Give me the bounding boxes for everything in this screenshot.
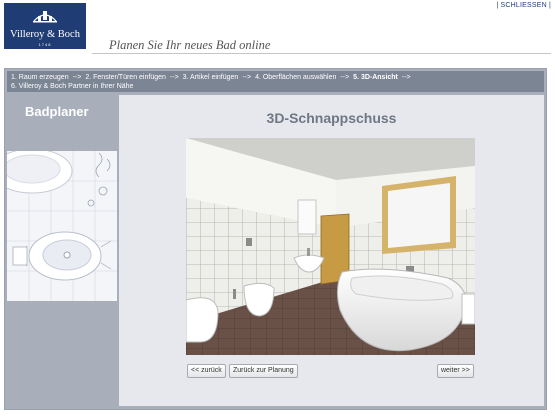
bathroom-3d-scene-icon bbox=[186, 138, 475, 355]
back-to-planning-button[interactable]: Zurück zur Planung bbox=[229, 364, 298, 378]
page: Villeroy & Boch 1748 | SCHLIESSEN | Plan… bbox=[0, 0, 555, 416]
logo-emblem-icon bbox=[33, 11, 57, 23]
next-button[interactable]: weiter >> bbox=[437, 364, 474, 378]
step-raum-erzeugen[interactable]: 1. Raum erzeugen bbox=[11, 74, 69, 81]
step-fenster-tueren[interactable]: 2. Fenster/Türen einfügen bbox=[85, 74, 166, 81]
bathroom-sketch-icon bbox=[7, 151, 117, 301]
step-artikel-einfuegen[interactable]: 3. Artikel einfügen bbox=[183, 74, 239, 81]
step-separator: --> bbox=[340, 74, 350, 81]
sidebar-title: Badplaner bbox=[25, 104, 89, 119]
bathroom-3d-render bbox=[186, 138, 475, 355]
content-title: 3D-Schnappschuss bbox=[266, 110, 397, 126]
back-button[interactable]: << zurück bbox=[187, 364, 226, 378]
steps-line-1: 1. Raum erzeugen --> 2. Fenster/Türen einf… bbox=[11, 73, 540, 82]
steps-breadcrumb: 1. Raum erzeugen --> 2. Fenster/Türen einf… bbox=[7, 71, 544, 92]
sidebar: Badplaner bbox=[7, 95, 117, 406]
close-link[interactable]: | SCHLIESSEN | bbox=[496, 2, 551, 9]
header-divider bbox=[92, 53, 551, 54]
logo-name: Villeroy & Boch bbox=[10, 29, 80, 40]
content-panel: 3D-Schnappschuss << zurück Zurück zur Pl… bbox=[119, 95, 544, 406]
planner-frame: 1. Raum erzeugen --> 2. Fenster/Türen einf… bbox=[4, 68, 547, 410]
villeroy-boch-logo[interactable]: Villeroy & Boch 1748 bbox=[4, 3, 86, 49]
page-title: Planen Sie Ihr neues Bad online bbox=[109, 38, 271, 52]
step-3d-ansicht[interactable]: 5. 3D-Ansicht bbox=[353, 74, 398, 81]
step-separator: --> bbox=[169, 74, 179, 81]
sidebar-bathroom-image bbox=[7, 151, 117, 301]
logo-year: 1748 bbox=[38, 42, 52, 47]
step-separator: --> bbox=[401, 74, 411, 81]
step-separator: --> bbox=[242, 74, 252, 81]
step-separator: --> bbox=[72, 74, 82, 81]
step-oberflaechen[interactable]: 4. Oberflächen auswählen bbox=[255, 74, 336, 81]
step-partner-suche[interactable]: 6. Villeroy & Boch Partner in Ihrer Nähe bbox=[11, 83, 133, 90]
steps-line-2: 6. Villeroy & Boch Partner in Ihrer Nähe bbox=[11, 82, 540, 91]
